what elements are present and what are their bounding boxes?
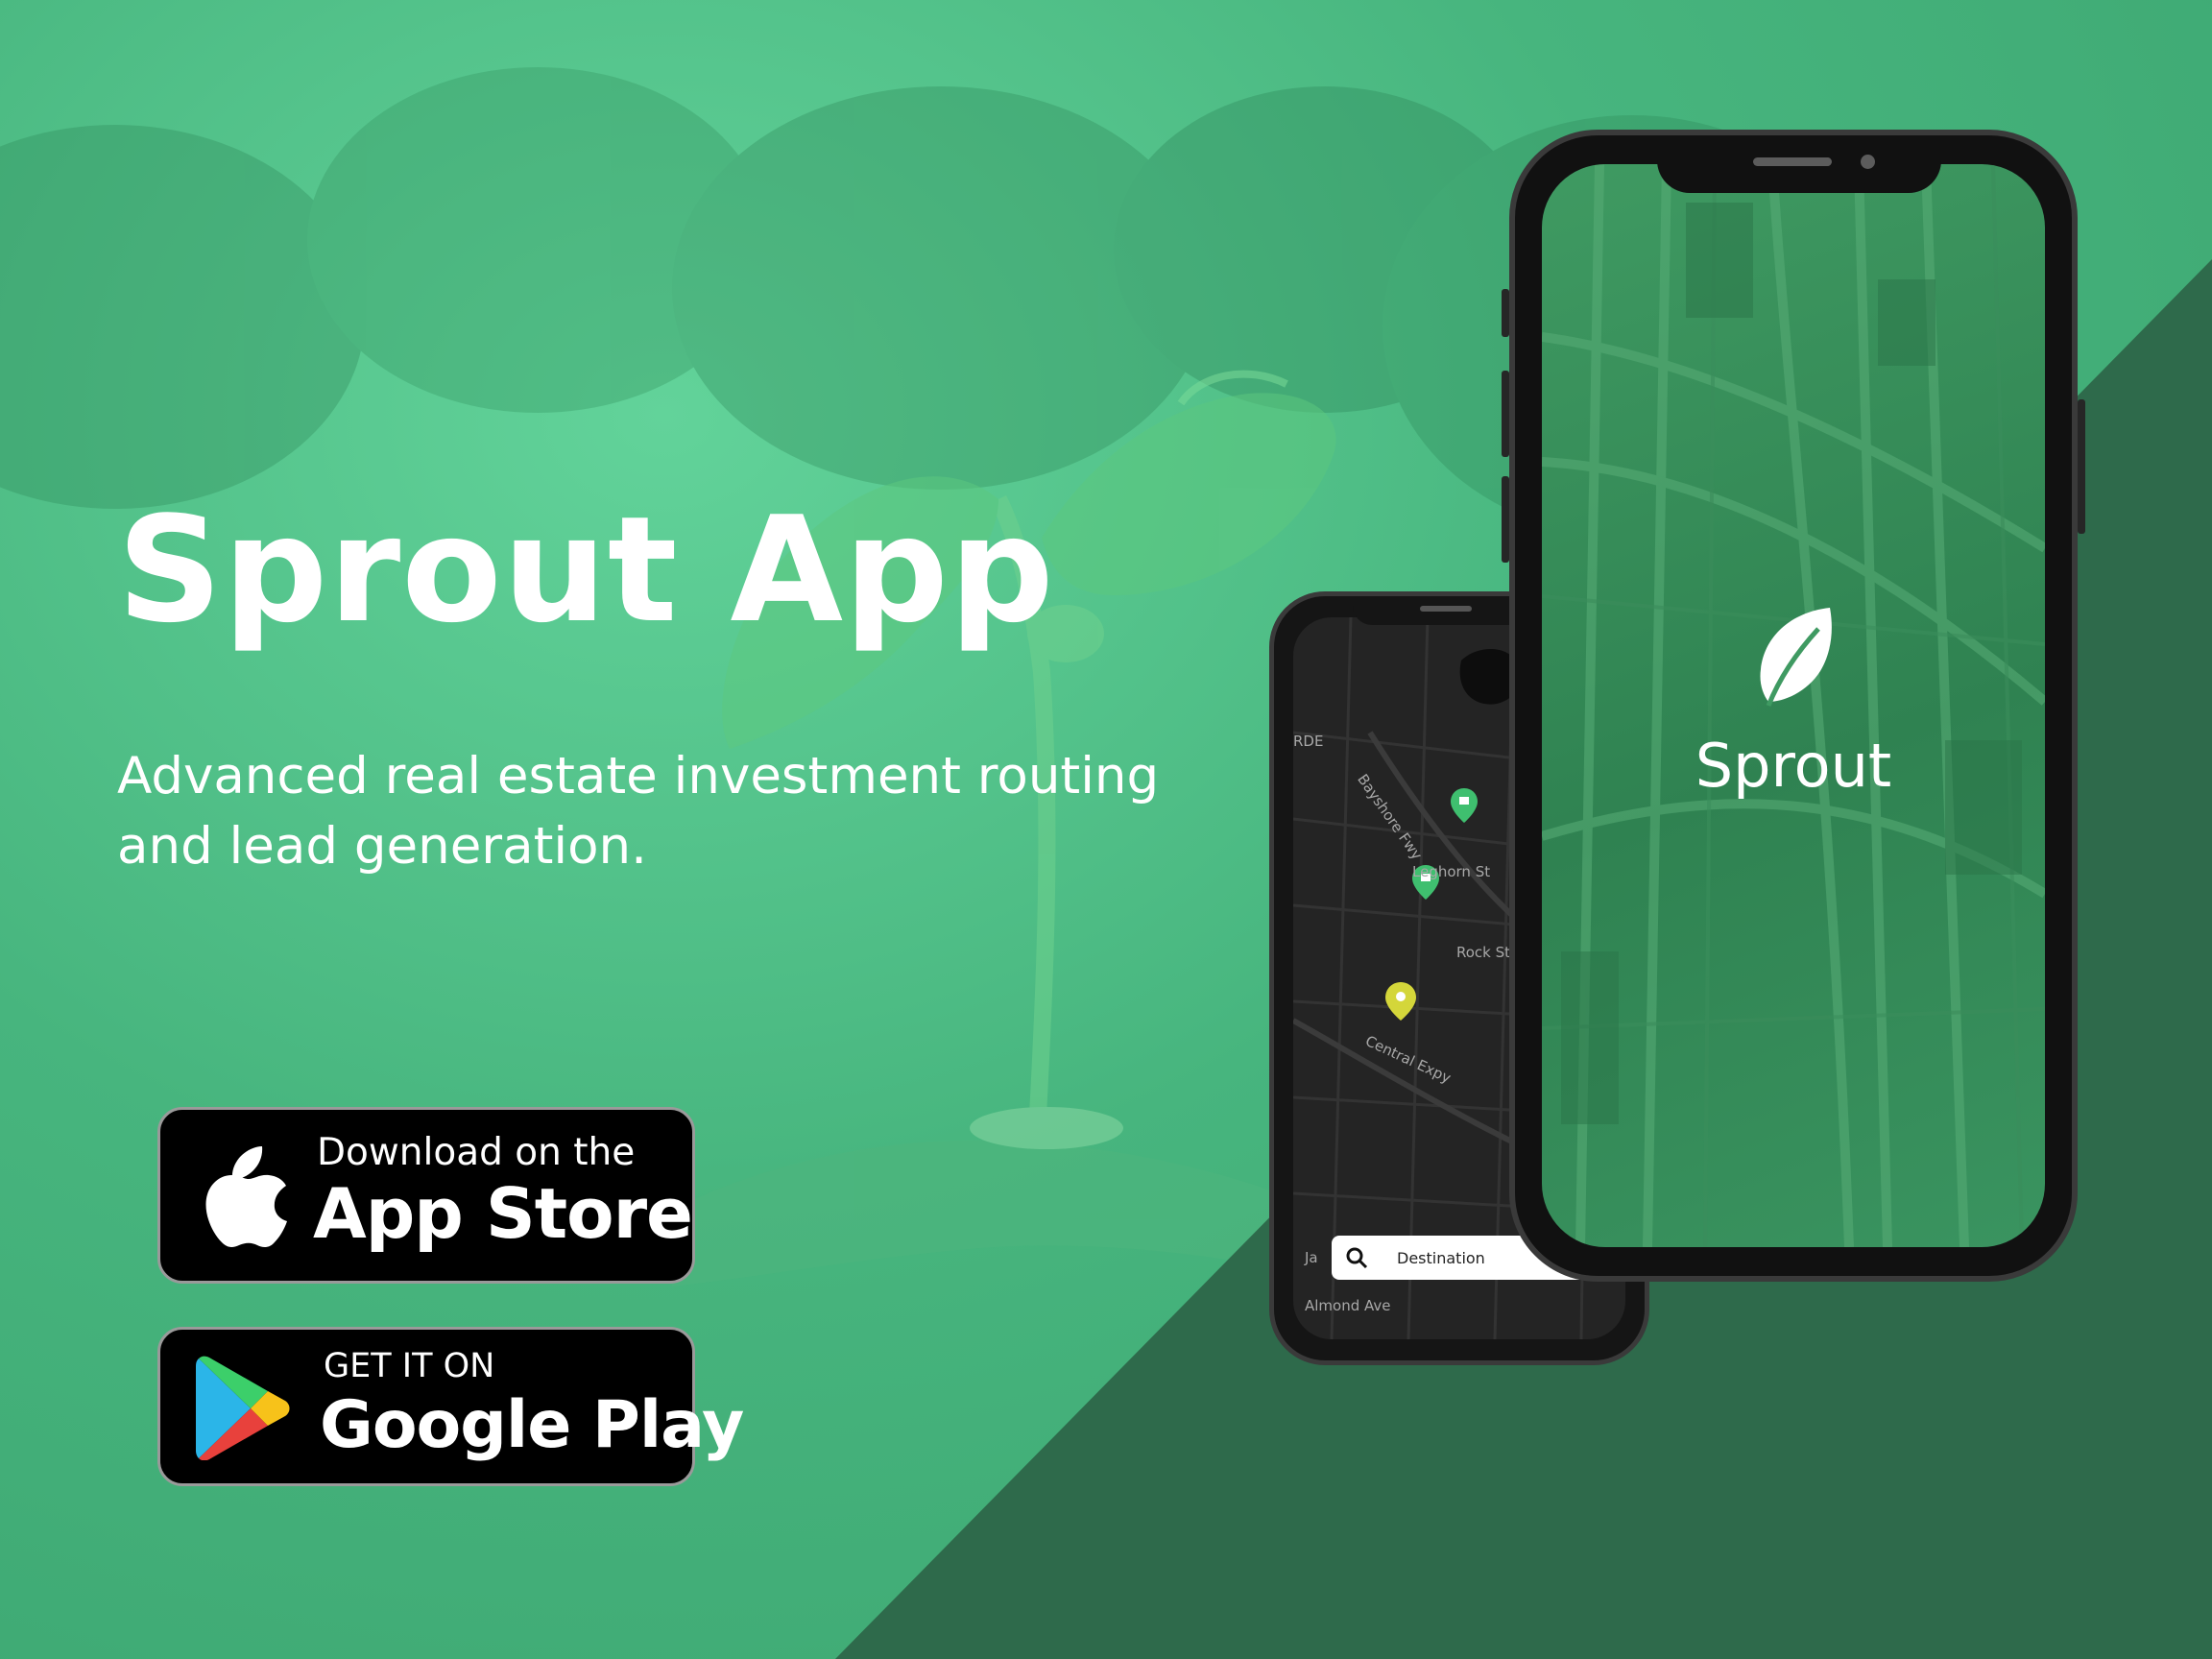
app-store-top-line: Download on the — [317, 1131, 636, 1174]
street-label: RDE — [1293, 733, 1324, 750]
street-label: Leghorn St — [1412, 863, 1491, 880]
google-play-label: Google Play — [320, 1387, 744, 1463]
apple-icon — [205, 1146, 287, 1248]
google-play-badge[interactable]: GET IT ON Google Play — [157, 1327, 744, 1486]
home-pin-icon — [1451, 788, 1478, 823]
app-title: Sprout App — [117, 485, 1055, 655]
mute-switch — [1502, 289, 1509, 337]
volume-up-button — [1502, 371, 1509, 457]
app-promo-page: Sprout App Advanced real estate investme… — [0, 0, 2212, 1659]
front-camera — [1861, 155, 1875, 169]
volume-down-button — [1502, 476, 1509, 563]
street-label: Rock St — [1456, 944, 1511, 961]
speaker-grille — [1753, 157, 1832, 166]
google-play-top-line: GET IT ON — [324, 1347, 495, 1385]
splash-app-name: Sprout — [1695, 731, 1892, 801]
street-label: Ja — [1305, 1249, 1318, 1266]
destination-placeholder: Destination — [1397, 1249, 1485, 1267]
street-label: Almond Ave — [1305, 1297, 1391, 1314]
leaf-icon — [1760, 608, 1832, 707]
lightbulb-pin-icon — [1385, 982, 1416, 1021]
google-play-icon — [196, 1356, 290, 1460]
search-icon — [1346, 1247, 1368, 1269]
splash-screen: Sprout — [1542, 164, 2045, 1247]
phone-notch — [1657, 135, 1941, 193]
app-store-label: App Store — [313, 1173, 693, 1254]
power-button — [2078, 399, 2085, 534]
app-store-badge[interactable]: Download on the App Store — [157, 1107, 695, 1284]
app-tagline: Advanced real estate investment routing … — [117, 747, 1160, 876]
splash-phone-mockup: Sprout — [1502, 130, 2085, 1282]
